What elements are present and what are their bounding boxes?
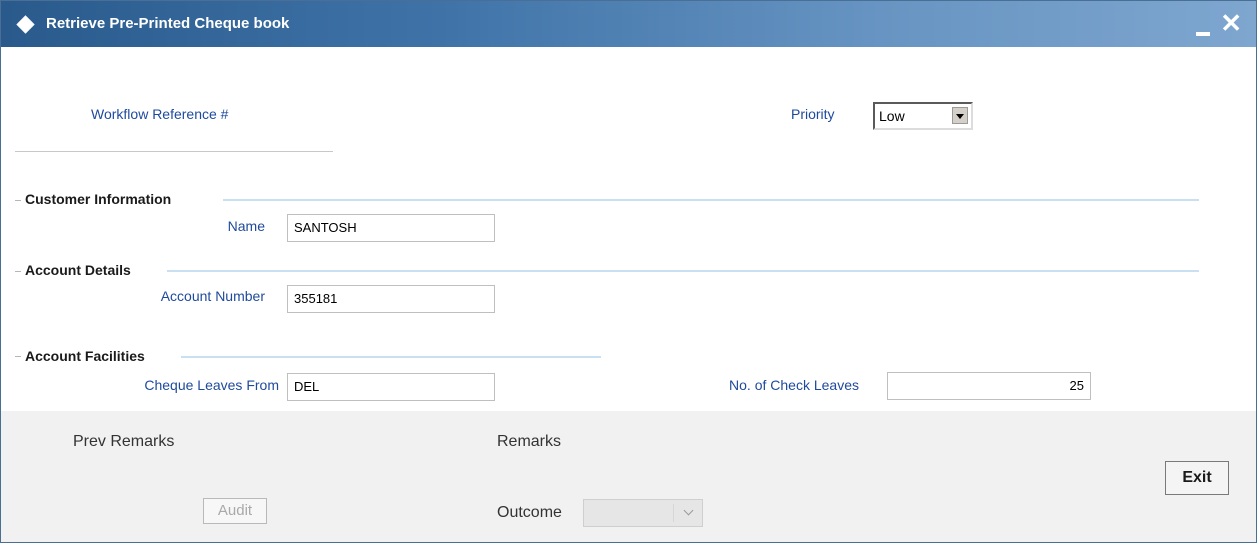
name-label: Name [227, 218, 265, 234]
customer-section-line [223, 199, 1199, 201]
header-divider [15, 151, 333, 152]
cheque-leaves-from-label: Cheque Leaves From [144, 377, 279, 393]
dropdown-arrow-icon[interactable] [952, 107, 968, 124]
no-of-check-leaves-field[interactable]: 25 [887, 372, 1091, 400]
chevron-down-icon[interactable] [683, 505, 694, 516]
minimize-icon[interactable] [1196, 32, 1210, 36]
footer-panel: Prev Remarks Remarks Audit Outcome Exit [1, 411, 1256, 542]
cheque-leaves-from-field[interactable]: DEL [287, 373, 495, 401]
exit-button[interactable]: Exit [1165, 461, 1229, 495]
remarks-label: Remarks [497, 433, 562, 450]
account-details-title: Account Details [25, 262, 131, 278]
outcome-select[interactable] [583, 499, 703, 527]
account-number-label: Account Number [160, 288, 265, 304]
section-tick [15, 271, 21, 272]
no-of-check-leaves-label: No. of Check Leaves [729, 377, 859, 393]
title-bar: Retrieve Pre-Printed Cheque book ✕ [1, 1, 1256, 47]
audit-button[interactable]: Audit [203, 498, 267, 524]
priority-select[interactable]: Low [873, 102, 973, 130]
outcome-select-divider [673, 504, 674, 522]
name-field[interactable]: SANTOSH [287, 214, 495, 242]
close-icon[interactable]: ✕ [1220, 8, 1242, 38]
section-tick [15, 200, 21, 201]
section-tick [15, 356, 21, 357]
facilities-section-line [181, 356, 601, 358]
workflow-reference-label: Workflow Reference # [91, 106, 229, 122]
window-title: Retrieve Pre-Printed Cheque book [46, 15, 290, 32]
diamond-icon [16, 15, 35, 34]
account-facilities-title: Account Facilities [25, 348, 145, 364]
retrieve-cheque-book-window: Retrieve Pre-Printed Cheque book ✕ Workf… [0, 0, 1257, 543]
prev-remarks-label: Prev Remarks [73, 433, 175, 450]
account-section-line [167, 270, 1199, 272]
priority-value: Low [879, 108, 905, 124]
priority-label: Priority [791, 106, 835, 122]
customer-information-title: Customer Information [25, 191, 172, 207]
outcome-label: Outcome [497, 504, 562, 521]
account-number-field[interactable]: 355181 [287, 285, 495, 313]
